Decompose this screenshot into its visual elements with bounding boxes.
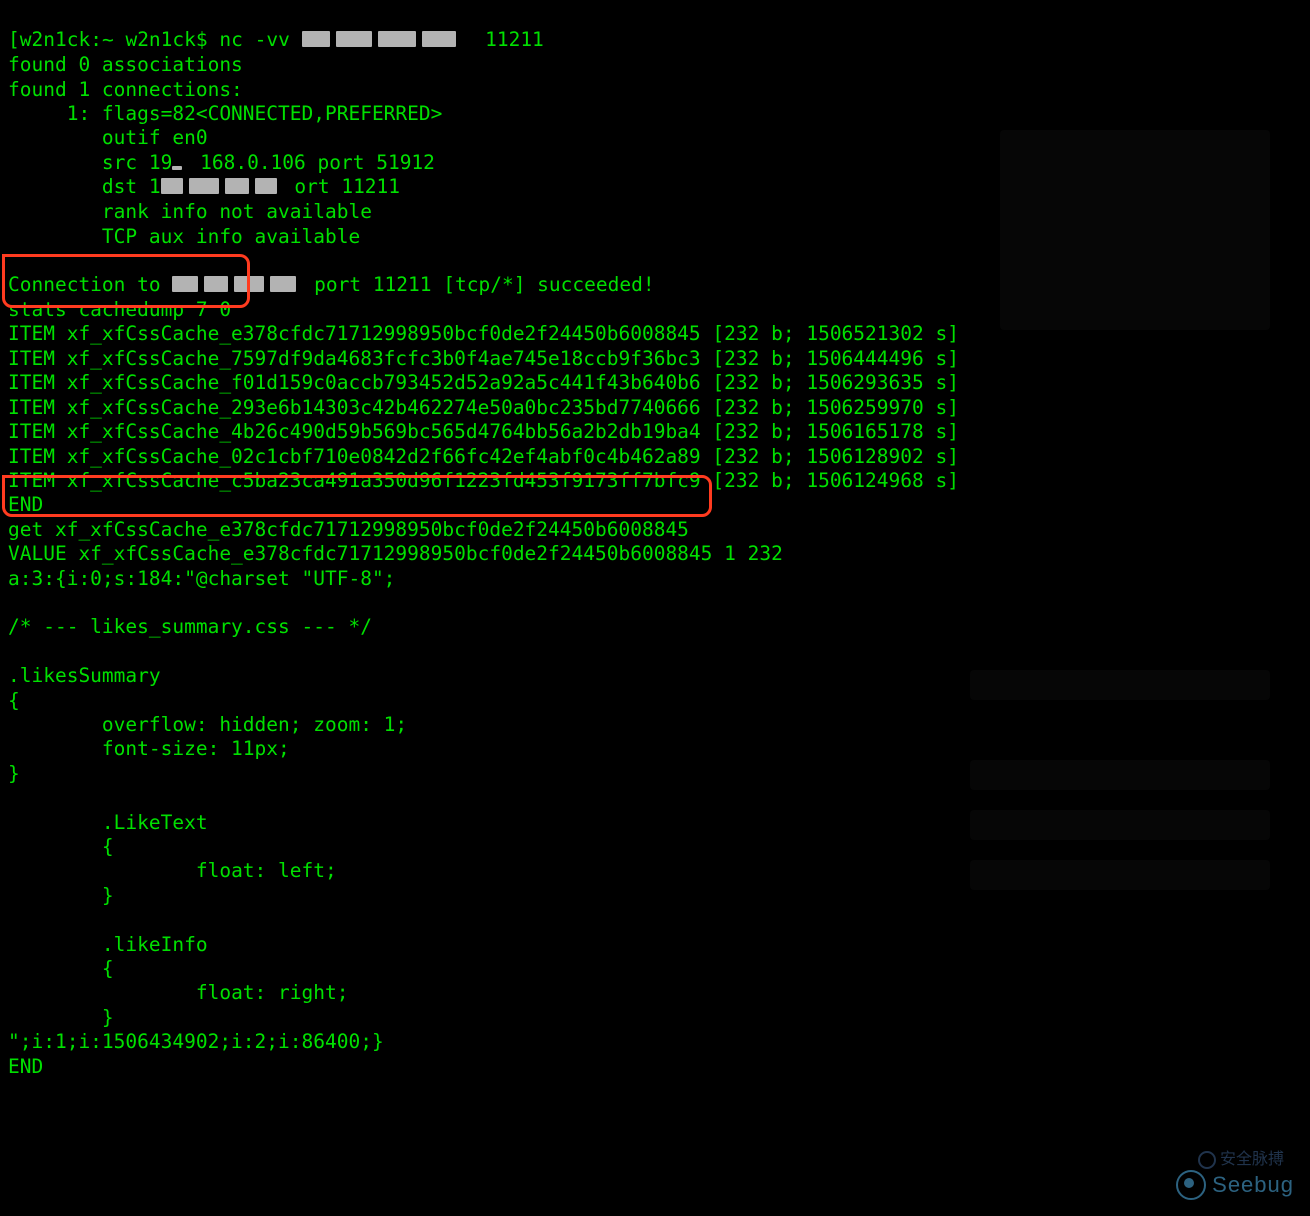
command-port: 11211 <box>485 28 544 51</box>
prompt-path: ~ <box>102 28 114 51</box>
bg-ghost <box>970 810 1270 840</box>
item-line: ITEM xf_xfCssCache_c5ba23ca491a350d96f12… <box>8 469 959 492</box>
src-suffix: 168.0.106 port 51912 <box>188 151 435 174</box>
output-line: rank info not available <box>8 200 372 223</box>
output-line: found 1 connections: <box>8 78 243 101</box>
dst-prefix: dst 1 <box>8 175 161 198</box>
payload-head: a:3:{i:0;s:184:"@charset "UTF-8"; <box>8 567 395 590</box>
item-key: ITEM xf_xfCssCache_4b26c490d59b569bc565d… <box>8 420 701 443</box>
item-key: ITEM xf_xfCssCache_e378cfdc71712998950bc… <box>8 322 701 345</box>
item-meta: [232 b; 1506165178 s] <box>712 420 959 443</box>
conn-prefix: Connection to <box>8 273 172 296</box>
command-text: nc -vv <box>219 28 289 51</box>
prompt-user: w2n1ck <box>125 28 195 51</box>
watermark-cn-icon <box>1198 1151 1216 1169</box>
item-key: ITEM xf_xfCssCache_c5ba23ca491a350d96f12… <box>8 469 701 492</box>
conn-suffix: port 11211 [tcp/*] succeeded! <box>302 273 654 296</box>
item-line: ITEM xf_xfCssCache_4b26c490d59b569bc565d… <box>8 420 959 443</box>
prompt-symbol: $ <box>196 28 208 51</box>
redacted-conn-ip <box>172 272 302 296</box>
output-line: found 0 associations <box>8 53 243 76</box>
item-key: ITEM xf_xfCssCache_02c1cbf710e0842d2f66f… <box>8 445 701 468</box>
dst-suffix: ort 11211 <box>283 175 400 198</box>
output-line: outif en0 <box>8 126 208 149</box>
output-line: src 19 168.0.106 port 51912 <box>8 151 435 174</box>
seebug-icon <box>1176 1170 1206 1200</box>
output-line: TCP aux info available <box>8 225 360 248</box>
redacted-ip <box>302 27 462 51</box>
connection-line: Connection to port 11211 [tcp/*] succeed… <box>8 273 655 296</box>
item-line: ITEM xf_xfCssCache_02c1cbf710e0842d2f66f… <box>8 445 959 468</box>
item-line: ITEM xf_xfCssCache_7597df9da4683fcfc3b0f… <box>8 347 959 370</box>
item-line: ITEM xf_xfCssCache_e378cfdc71712998950bc… <box>8 322 959 345</box>
payload-tail: ";i:1;i:1506434902;i:2;i:86400;} <box>8 1030 384 1053</box>
item-meta: [232 b; 1506124968 s] <box>712 469 959 492</box>
item-meta: [232 b; 1506128902 s] <box>712 445 959 468</box>
terminal-window[interactable]: [w2n1ck:~ w2n1ck$ nc -vv 11211 found 0 a… <box>0 0 1310 1216</box>
prompt-host: w2n1ck <box>20 28 90 51</box>
bg-ghost <box>970 760 1270 790</box>
css-body: /* --- likes_summary.css --- */ .likesSu… <box>8 615 407 1029</box>
watermark-seebug: Seebug <box>1176 1170 1294 1200</box>
typed-command-1[interactable]: stats cachedump 7 0 <box>8 298 231 321</box>
seebug-text: Seebug <box>1212 1173 1294 1197</box>
item-meta: [232 b; 1506521302 s] <box>712 322 959 345</box>
bg-ghost <box>970 670 1270 700</box>
watermark-anquanmaibo: 安全脉搏 <box>1198 1148 1284 1172</box>
item-key: ITEM xf_xfCssCache_293e6b14303c42b462274… <box>8 396 701 419</box>
prompt-line: [w2n1ck:~ w2n1ck$ nc -vv 11211 <box>8 28 544 51</box>
item-key: ITEM xf_xfCssCache_7597df9da4683fcfc3b0f… <box>8 347 701 370</box>
end-marker: END <box>8 1055 43 1078</box>
item-meta: [232 b; 1506259970 s] <box>712 396 959 419</box>
bg-ghost <box>970 860 1270 890</box>
output-line: 1: flags=82<CONNECTED,PREFERRED> <box>8 102 442 125</box>
item-key: ITEM xf_xfCssCache_f01d159c0accb793452d5… <box>8 371 701 394</box>
typed-command-2[interactable]: get xf_xfCssCache_e378cfdc71712998950bcf… <box>8 518 689 541</box>
item-meta: [232 b; 1506293635 s] <box>712 371 959 394</box>
item-line: ITEM xf_xfCssCache_f01d159c0accb793452d5… <box>8 371 959 394</box>
end-marker: END <box>8 493 43 516</box>
src-prefix: src 19 <box>8 151 172 174</box>
value-line: VALUE xf_xfCssCache_e378cfdc71712998950b… <box>8 542 783 565</box>
bg-ghost <box>1000 130 1270 330</box>
redacted-src-byte <box>172 149 188 173</box>
item-meta: [232 b; 1506444496 s] <box>712 347 959 370</box>
output-line: dst 1 ort 11211 <box>8 175 400 198</box>
item-line: ITEM xf_xfCssCache_293e6b14303c42b462274… <box>8 396 959 419</box>
redacted-dst-ip <box>161 174 283 198</box>
prompt-open-bracket: [ <box>8 28 20 51</box>
watermark-cn-text: 安全脉搏 <box>1220 1148 1284 1172</box>
